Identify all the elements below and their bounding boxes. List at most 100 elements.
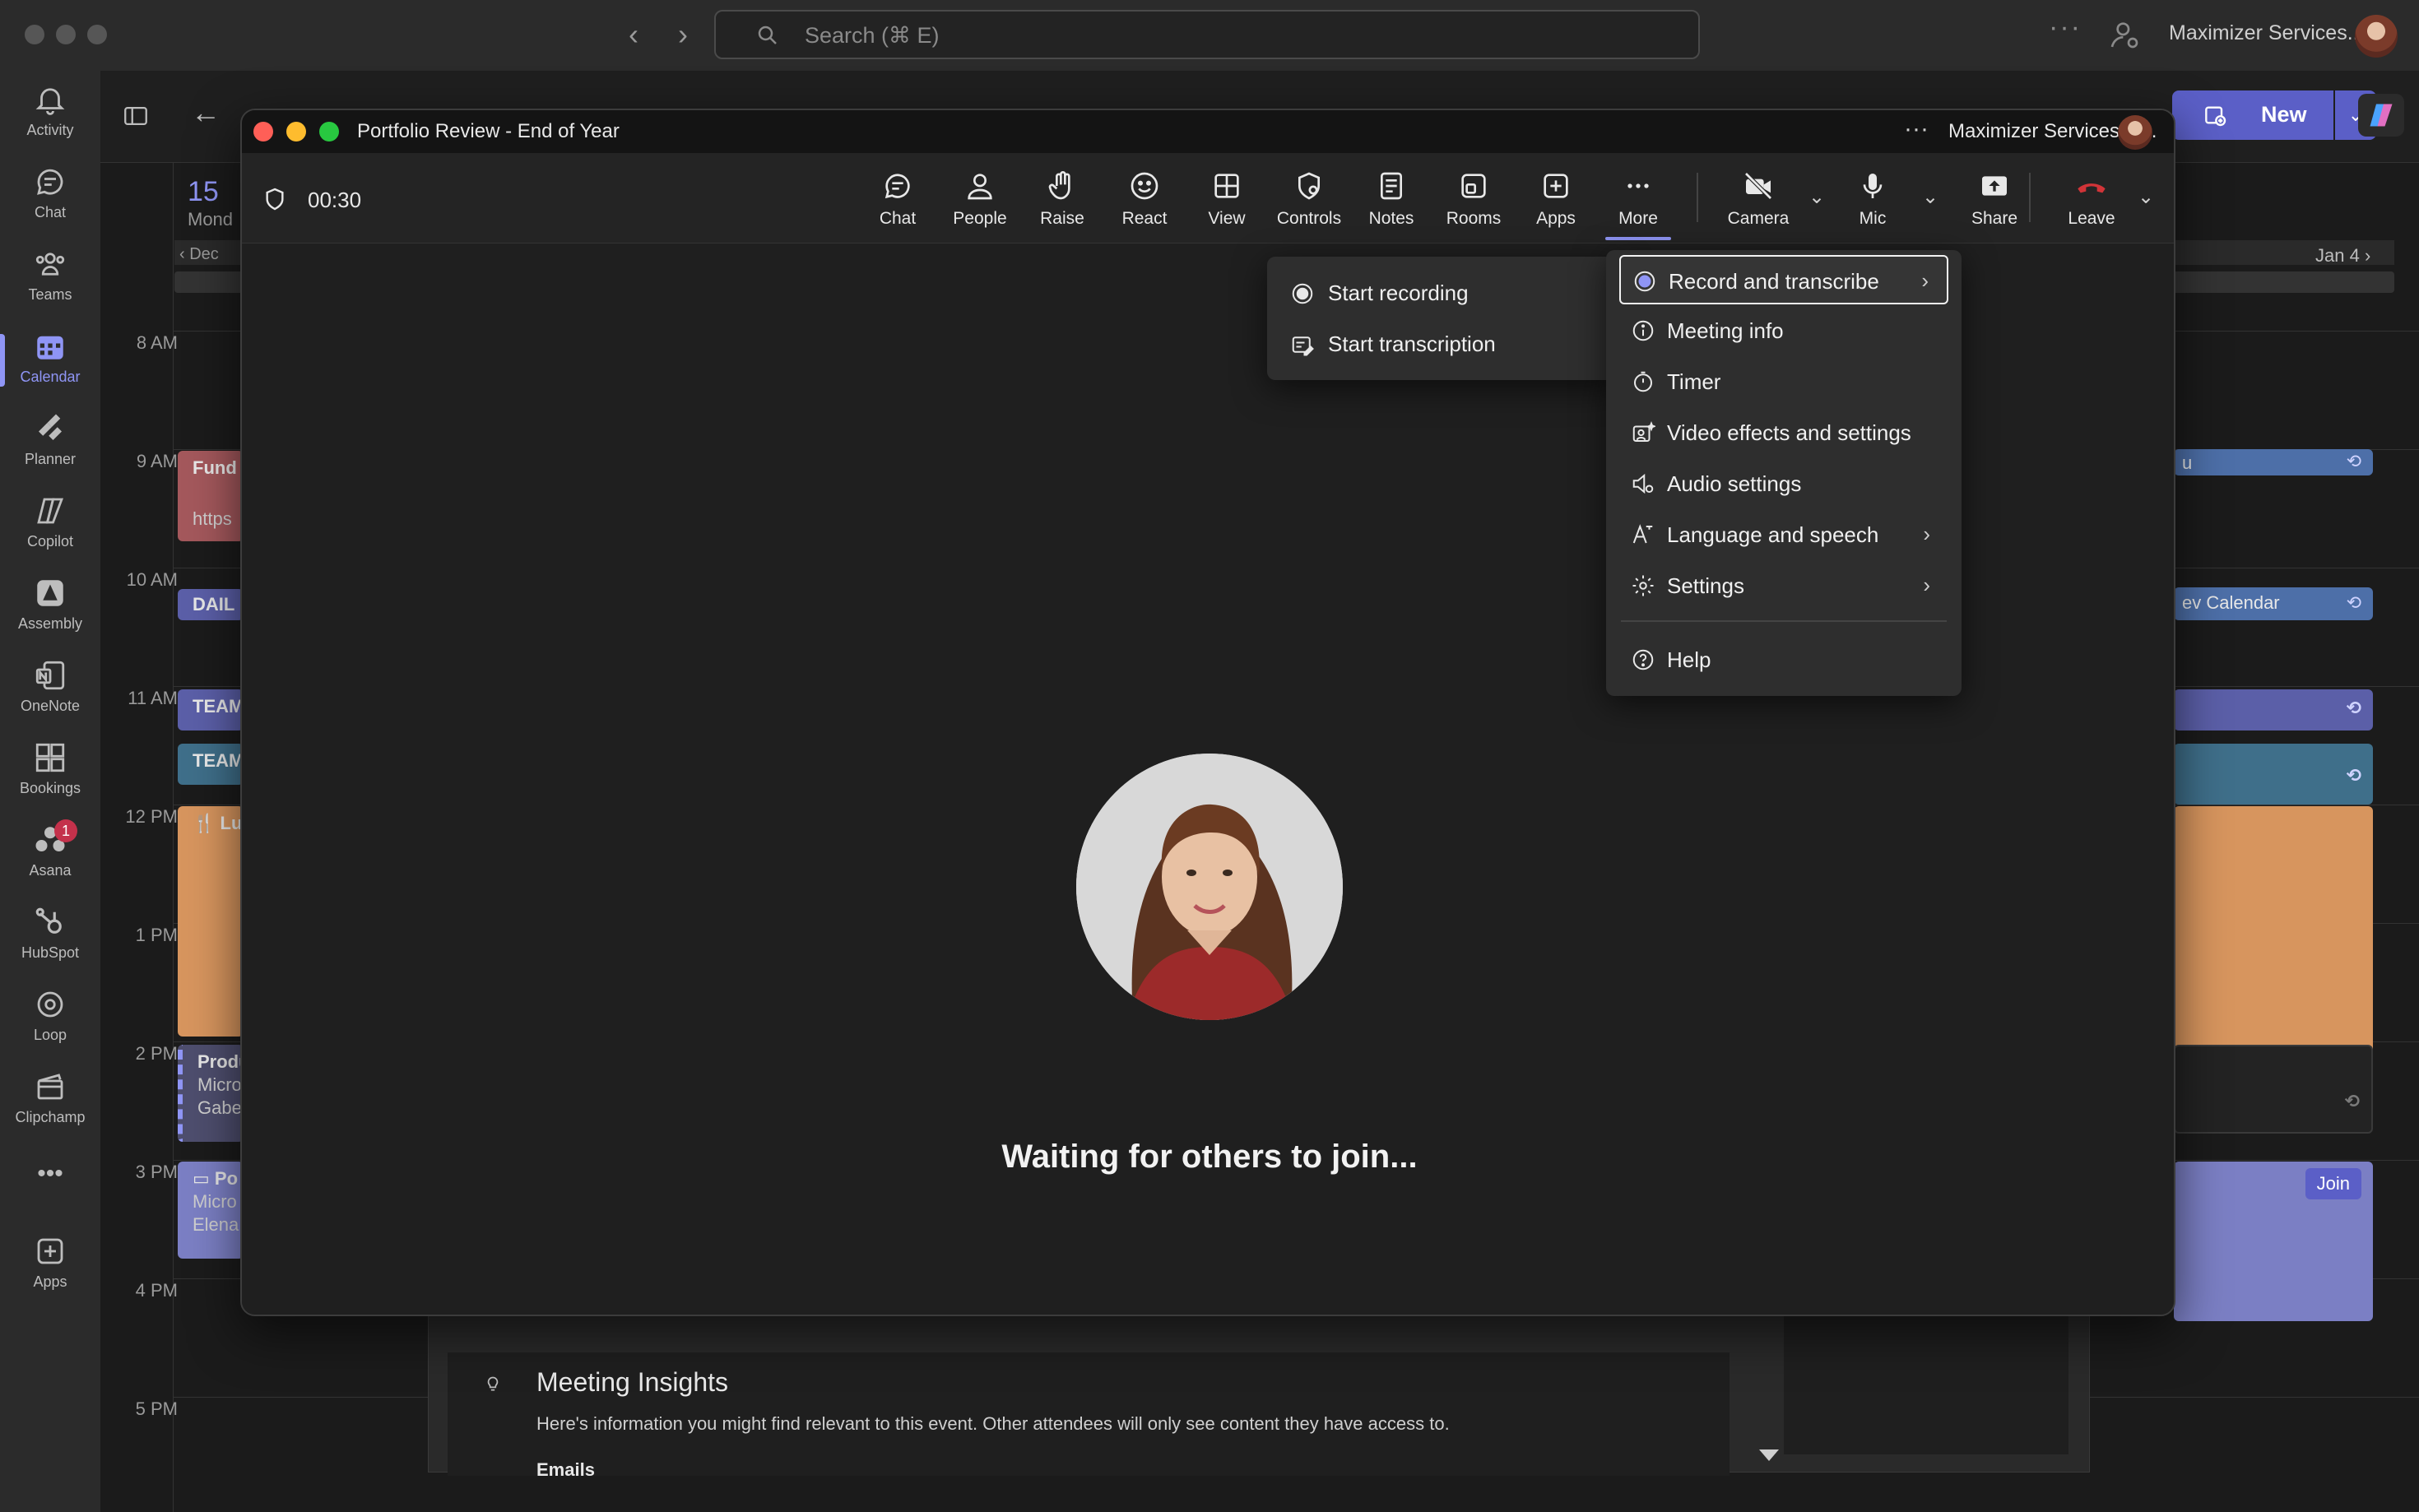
view-button[interactable]: View	[1186, 153, 1268, 243]
rail-item-copilot[interactable]: Copilot	[0, 494, 100, 568]
leave-options-chevron-icon[interactable]: ⌄	[2131, 183, 2161, 212]
rail-item-teams[interactable]: Teams	[0, 247, 100, 321]
search-input[interactable]: Search (⌘ E)	[805, 23, 940, 49]
menu-item-audio-settings[interactable]: Audio settings	[1619, 459, 1948, 508]
chevron-right-icon: ›	[1923, 573, 1930, 597]
waiting-message: Waiting for others to join...	[1001, 1139, 1418, 1175]
rail-item-planner[interactable]: Planner	[0, 411, 100, 485]
shield-gear-icon	[1298, 172, 1320, 200]
planner-icon	[39, 414, 62, 440]
rail-item-calendar[interactable]: Calendar	[0, 329, 100, 403]
shield-icon[interactable]	[262, 186, 288, 212]
menu-item-settings[interactable]: Settings ›	[1619, 561, 1948, 610]
plus-square-icon	[1544, 174, 1568, 198]
onenote-icon	[35, 661, 65, 690]
copilot-icon	[2370, 104, 2393, 127]
copilot-icon	[37, 498, 64, 524]
gear-icon	[1632, 575, 1654, 596]
mic-button[interactable]: Mic	[1832, 153, 1914, 243]
start-recording-item[interactable]: Start recording	[1280, 268, 1606, 318]
window-minimize-dot[interactable]	[56, 25, 76, 44]
rail-item-activity[interactable]: Activity	[0, 82, 100, 156]
calendar-event[interactable]: Produ Micro Gabe	[178, 1045, 244, 1142]
calendar-event[interactable]: 🍴 Lu	[178, 806, 244, 1037]
calendar-event[interactable]: DAIL	[178, 589, 244, 620]
user-avatar[interactable]	[2118, 115, 2152, 150]
sidebar-toggle-icon[interactable]	[122, 102, 150, 130]
menu-item-timer[interactable]: Timer	[1619, 357, 1948, 406]
scroll-down-icon[interactable]	[1759, 1449, 1779, 1461]
raise-hand-button[interactable]: Raise	[1021, 153, 1103, 243]
calendar-event[interactable]: ⟲	[2174, 744, 2373, 805]
chat-button[interactable]: Chat	[857, 153, 939, 243]
search-box[interactable]: Search (⌘ E)	[714, 10, 1700, 59]
previous-week-button[interactable]: ‹ Dec	[179, 245, 219, 264]
clipchamp-icon	[37, 1074, 63, 1100]
repeat-icon: ⟲	[2346, 765, 2361, 786]
calendar-event[interactable]: TEAM	[178, 744, 244, 785]
calendar-event[interactable]: Fund https	[178, 451, 244, 541]
user-avatar[interactable]	[2355, 15, 2398, 58]
repeat-icon: ⟲	[2344, 1091, 2360, 1111]
back-arrow-icon[interactable]: ←	[191, 95, 221, 130]
smiley-icon	[1131, 172, 1158, 200]
calendar-event[interactable]: ⟲	[2174, 1045, 2373, 1134]
calendar-event[interactable]: Join	[2174, 1162, 2373, 1321]
more-menu: Record and transcribe › Meeting info Tim…	[1606, 250, 1962, 696]
rail-item-loop[interactable]: Loop	[0, 987, 100, 1061]
join-button[interactable]: Join	[2305, 1168, 2361, 1199]
new-event-button[interactable]: New	[2172, 90, 2333, 140]
more-options-icon[interactable]: ···	[2049, 12, 2082, 44]
calendar-event[interactable]: ev Calendar ⟲	[2174, 587, 2373, 620]
window-close-dot[interactable]	[25, 25, 44, 44]
rail-item-assembly[interactable]: Assembly	[0, 576, 100, 650]
forward-arrow-icon[interactable]: ›	[665, 16, 701, 53]
back-arrow-icon[interactable]: ‹	[615, 16, 652, 53]
calendar-event[interactable]: ⟲	[2174, 689, 2373, 730]
copilot-button[interactable]	[2358, 94, 2404, 137]
react-button[interactable]: React	[1103, 153, 1186, 243]
people-button[interactable]: People	[939, 153, 1021, 243]
rail-item-onenote[interactable]: OneNote	[0, 658, 100, 732]
menu-item-video-effects[interactable]: Video effects and settings	[1619, 408, 1948, 457]
menu-item-help[interactable]: Help	[1619, 635, 1948, 684]
rail-item-asana[interactable]: 1 Asana	[0, 819, 100, 897]
share-button[interactable]: Share	[1953, 153, 2036, 243]
rail-item-hubspot[interactable]: HubSpot	[0, 905, 100, 979]
mic-options-chevron-icon[interactable]: ⌄	[1915, 183, 1945, 212]
window-zoom-dot[interactable]	[87, 25, 107, 44]
start-transcription-item[interactable]: Start transcription	[1280, 319, 1606, 369]
record-transcribe-submenu: Start recording Start transcription	[1267, 257, 1619, 380]
calendar-event[interactable]: ▭ Po Micro Elena	[178, 1162, 244, 1259]
rooms-button[interactable]: Rooms	[1432, 153, 1515, 243]
rail-more[interactable]: •••	[0, 1155, 100, 1196]
notes-icon	[1381, 172, 1402, 200]
next-week-button[interactable]: Jan 4 ›	[2315, 245, 2370, 267]
menu-item-meeting-info[interactable]: Meeting info	[1619, 306, 1948, 355]
menu-item-language-and-speech[interactable]: Language and speech ›	[1619, 510, 1948, 559]
window-close-button[interactable]	[253, 122, 273, 141]
rail-item-apps[interactable]: Apps	[0, 1234, 100, 1308]
controls-button[interactable]: Controls	[1268, 153, 1350, 243]
leave-button[interactable]: Leave	[2042, 153, 2141, 243]
org-name[interactable]: Maximizer Services...	[2169, 21, 2365, 45]
meeting-insights-title: Meeting Insights	[536, 1367, 729, 1397]
rail-item-bookings[interactable]: Bookings	[0, 740, 100, 814]
teams-icon	[35, 253, 65, 276]
camera-options-chevron-icon[interactable]: ⌄	[1802, 183, 1832, 212]
apps-button[interactable]: Apps	[1515, 153, 1597, 243]
person-settings-icon[interactable]	[2108, 18, 2141, 51]
menu-item-record-and-transcribe[interactable]: Record and transcribe ›	[1619, 255, 1948, 304]
rail-item-clipchamp[interactable]: Clipchamp	[0, 1069, 100, 1143]
notes-button[interactable]: Notes	[1350, 153, 1432, 243]
notification-badge: 1	[54, 819, 77, 842]
window-minimize-button[interactable]	[286, 122, 306, 141]
window-zoom-button[interactable]	[319, 122, 339, 141]
calendar-event[interactable]: TEAM	[178, 689, 244, 730]
rail-item-chat[interactable]: Chat	[0, 165, 100, 239]
calendar-event[interactable]: u ⟲	[2174, 449, 2373, 475]
more-button[interactable]: More	[1597, 153, 1679, 243]
day-name: Mond	[188, 209, 234, 230]
app-title-bar: ‹ › Search (⌘ E) ··· Maximizer Services.…	[0, 0, 2419, 71]
camera-button[interactable]: Camera	[1709, 153, 1808, 243]
